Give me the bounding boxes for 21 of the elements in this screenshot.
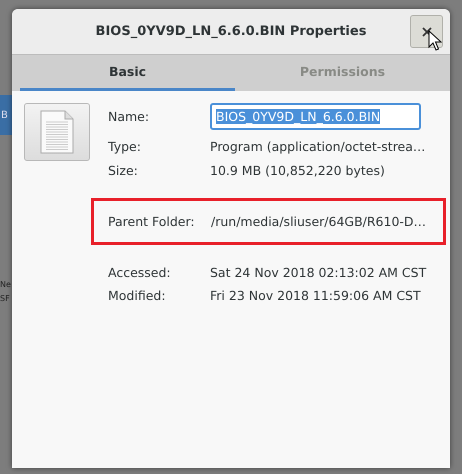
window-title: BIOS_0YV9D_LN_6.6.0.BIN Properties <box>96 24 366 39</box>
close-icon <box>422 26 432 36</box>
field-value: Sat 24 Nov 2018 02:13:02 AM CST <box>210 265 428 280</box>
field-value: 10.9 MB (10,852,220 bytes) <box>210 163 386 178</box>
field-label: Name: <box>108 109 150 124</box>
document-icon <box>39 110 75 154</box>
field-value: Fri 23 Nov 2018 11:59:06 AM CST <box>210 288 422 303</box>
field-value: Program (application/octet-strea… <box>210 139 426 154</box>
background-text: Ne <box>0 279 12 291</box>
field-label: Type: <box>108 139 142 154</box>
name-field[interactable]: BIOS_0YV9D_LN_6.6.0.BIN <box>210 103 421 130</box>
field-label: Accessed: <box>108 265 172 280</box>
background-text: B <box>0 110 8 120</box>
background-text: SF <box>0 293 11 305</box>
field-value: /run/media/sliuser/64GB/R610-D… <box>211 214 426 229</box>
tab[interactable]: Basic <box>20 55 235 91</box>
mouse-cursor-icon <box>428 30 442 52</box>
tab[interactable]: Permissions <box>235 55 450 91</box>
field-label: Size: <box>108 163 139 178</box>
field-label: Parent Folder: <box>108 214 196 229</box>
field-label: Modified: <box>108 288 167 303</box>
